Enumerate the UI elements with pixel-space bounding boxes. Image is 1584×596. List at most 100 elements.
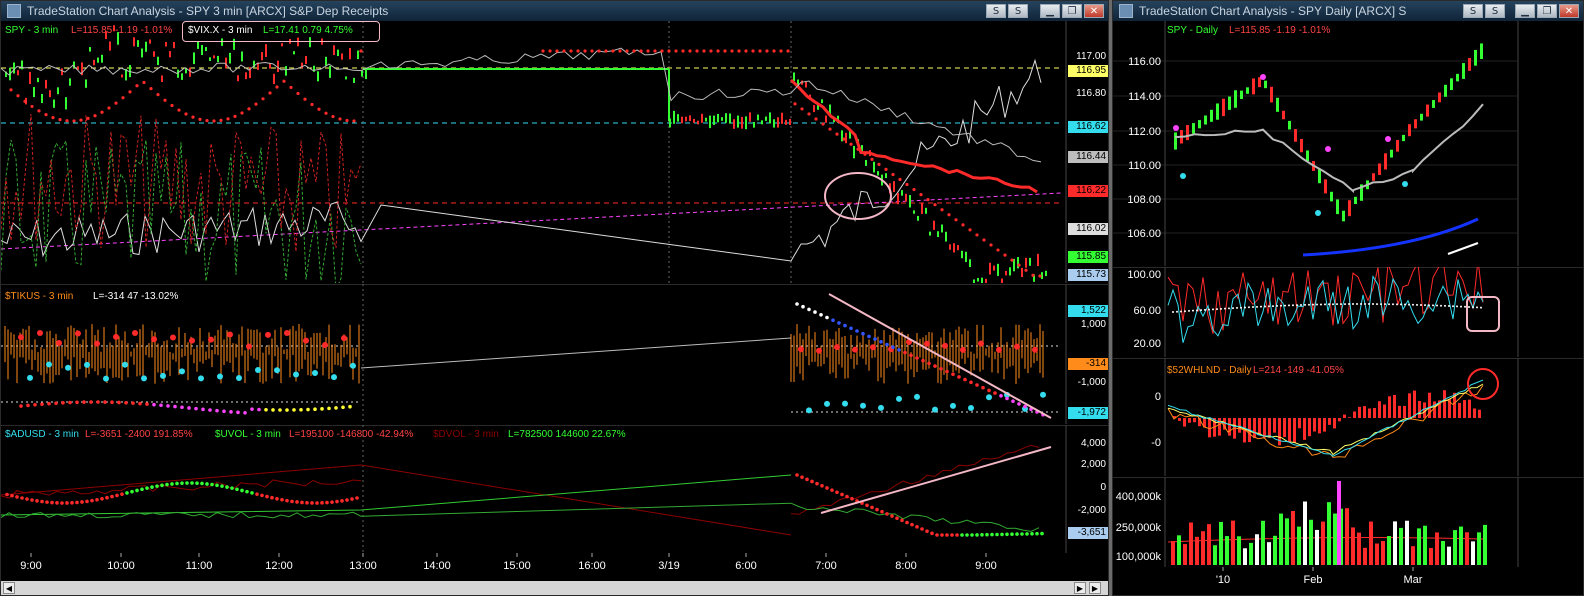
osc-ma-dot (1288, 304, 1290, 307)
left-close-button[interactable]: ✕ (1084, 4, 1104, 18)
left-symbol-link-button-2[interactable]: S (1008, 4, 1028, 18)
scroll-right-arrow-icon[interactable]: ▶ (1074, 582, 1086, 594)
osc-ma-dot (1268, 305, 1270, 308)
price-bar (153, 51, 155, 57)
parabolic-sar-dot (142, 80, 146, 85)
volume-bar (1465, 532, 1469, 565)
tick-ma-dot (61, 401, 65, 405)
tick-high-dot (960, 346, 966, 353)
wh-histogram-bar (1358, 406, 1361, 418)
right-restore-button[interactable]: ❐ (1537, 4, 1557, 18)
52whlnd-header-values: L=214 -149 -41.05% (1253, 365, 1344, 376)
spy-3min-price-pane[interactable] (1, 21, 1108, 283)
daily-candle (1222, 98, 1225, 117)
tikus-3min-pane[interactable] (1, 284, 1108, 424)
wh-histogram-bar (1263, 418, 1266, 438)
left-time-axis: 9:00 10:00 11:00 12:00 13:00 14:00 15:00 16:00 3… (20, 553, 997, 572)
scroll-end-icon[interactable]: ▶ (1089, 582, 1101, 594)
adusd-dot (260, 493, 264, 498)
tick-ma-dot (110, 400, 114, 405)
price-bar (53, 99, 55, 108)
left-horizontal-scrollbar[interactable]: ◀ ▶ ▶ (1, 581, 1108, 595)
left-titlebar[interactable]: TradeStation Chart Analysis - SPY 3 min … (1, 1, 1108, 21)
right-titlebar[interactable]: TradeStation Chart Analysis - SPY Daily … (1113, 1, 1583, 21)
parabolic-sar-dot (289, 85, 293, 90)
tick-high-dot (1032, 346, 1038, 353)
left-minimize-button[interactable]: ▁ (1040, 4, 1060, 18)
price-bar (17, 70, 19, 76)
adusd-dot (905, 520, 909, 525)
price-bar (217, 55, 219, 63)
price-bar (165, 42, 167, 47)
daily-volume-pane[interactable]: 400,000k 250,000k 100,000k (1113, 477, 1583, 567)
price-bar (909, 195, 911, 208)
parabolic-sar-dot (247, 107, 251, 111)
time-axis-label: 14:00 (423, 560, 451, 572)
tick-high-dot (852, 346, 858, 353)
right-chart-window[interactable]: TradeStation Chart Analysis - SPY Daily … (1112, 0, 1584, 596)
daily-candle (1216, 103, 1219, 120)
adusd-dot (895, 516, 899, 520)
adusd-dot (215, 483, 219, 488)
osc-ma-dot (1320, 303, 1322, 306)
tick-low-dot (1040, 391, 1046, 398)
osc-ma-dot (1448, 305, 1450, 308)
daily-candle (1402, 134, 1405, 142)
price-bar (201, 45, 203, 55)
right-symbol-link-button-2[interactable]: S (1485, 4, 1505, 18)
adusd-dot (820, 484, 824, 488)
volume-bar (1447, 546, 1451, 565)
scroll-left-arrow-icon[interactable]: ◀ (3, 582, 15, 594)
price-bar (717, 114, 719, 123)
adusd-dot (800, 475, 804, 479)
price-bar (277, 60, 279, 73)
spy-daily-price-pane[interactable]: 116.00 114.00 112.00 110.00 108.00 106.00 (1113, 21, 1583, 266)
tick-ma-dot (320, 407, 324, 411)
parabolic-sar-dot (163, 98, 167, 102)
tick-low-dot (312, 370, 318, 377)
adusd-dot (805, 477, 809, 482)
daily-candle (1468, 57, 1471, 71)
left-chart-window[interactable]: TradeStation Chart Analysis - SPY 3 min … (0, 0, 1109, 596)
price-bar (197, 41, 199, 49)
price-bar (109, 41, 111, 51)
parabolic-sar-dot (982, 238, 986, 242)
price-bar (293, 51, 295, 55)
left-restore-button[interactable]: ❐ (1062, 4, 1082, 18)
volume-bar (1477, 532, 1481, 565)
tick-high-dot (798, 346, 804, 353)
adusd-dot (255, 492, 259, 496)
daily-oscillator-pane[interactable]: 100.00 60.00 20.00 (1113, 267, 1583, 357)
volume-bar (1309, 519, 1313, 565)
left-symbol-link-button[interactable]: S (986, 4, 1006, 18)
price-bar (713, 115, 715, 125)
osc-ma-dot (1464, 305, 1466, 308)
adusd-dot (835, 490, 839, 495)
price-axis-tag: 2,000 (1068, 459, 1108, 471)
volume-axis-label: 400,000k (1116, 491, 1162, 503)
right-close-button[interactable]: ✕ (1559, 4, 1579, 18)
osc-axis-label: 100.00 (1127, 269, 1161, 281)
price-bar (757, 114, 759, 121)
osc-ma-dot (1340, 303, 1342, 306)
osc-ma-dot (1176, 310, 1178, 313)
tick-ma-dot (951, 372, 955, 376)
adusd-3min-pane[interactable] (1, 425, 1108, 553)
volume-bar (1207, 524, 1211, 565)
osc-ma-dot (1396, 303, 1398, 306)
volume-bar (1345, 508, 1349, 565)
parabolic-sar-dot (926, 198, 930, 202)
adusd-dot (290, 499, 294, 504)
right-minimize-button[interactable]: ▁ (1515, 4, 1535, 18)
parabolic-sar-dot (933, 203, 937, 207)
tick-ma-dot (243, 410, 247, 415)
right-symbol-link-button[interactable]: S (1463, 4, 1483, 18)
price-bar (57, 87, 59, 95)
osc-ma-dot (1208, 308, 1210, 311)
price-bar (157, 56, 159, 66)
adusd-dot (15, 495, 19, 499)
adusd-dot (795, 473, 799, 477)
volume-bar (1273, 535, 1277, 565)
parabolic-sar-dot (135, 84, 139, 88)
price-bar (965, 251, 967, 263)
